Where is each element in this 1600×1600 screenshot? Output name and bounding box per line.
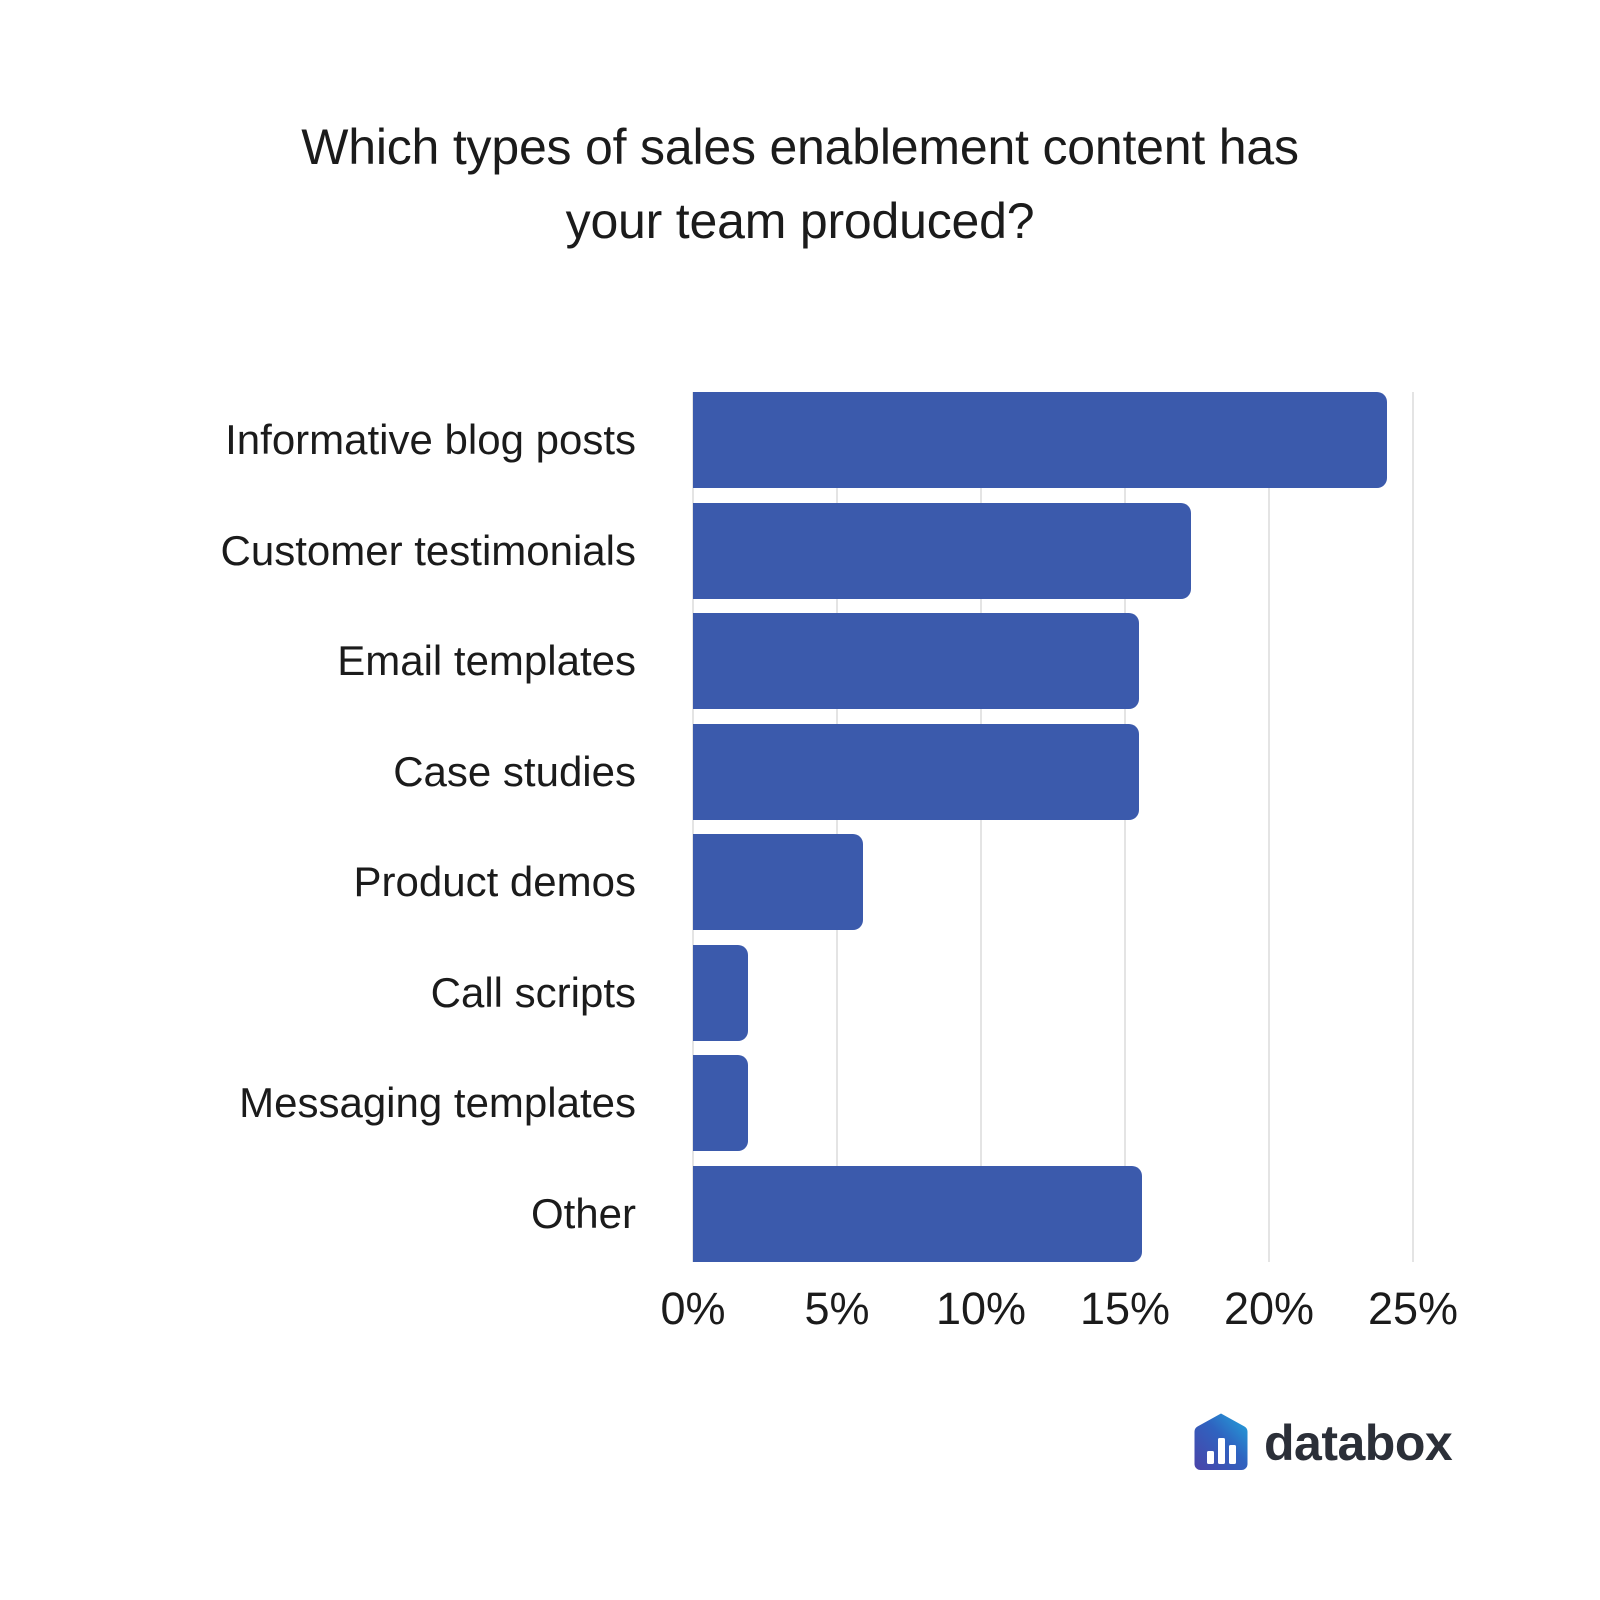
databox-wordmark: databox bbox=[1264, 1415, 1453, 1471]
y-axis-label-product-demos: Product demos bbox=[353, 858, 636, 906]
chart-title: Which types of sales enablement content … bbox=[301, 119, 1299, 249]
bar-product-demos[interactable] bbox=[693, 834, 863, 931]
bar-row bbox=[693, 723, 1413, 820]
x-tick-label-5pct: 5% bbox=[804, 1283, 870, 1334]
databox-hexagon-bars-icon bbox=[1194, 1413, 1248, 1470]
x-axis-tick-labels: 0% 5% 10% 15% 20% 25% bbox=[660, 1283, 1458, 1343]
x-tick-label-25pct: 25% bbox=[1367, 1283, 1459, 1334]
y-axis-label-call-scripts: Call scripts bbox=[430, 968, 636, 1016]
bar-row bbox=[693, 1165, 1413, 1262]
bar-email-templates[interactable] bbox=[693, 613, 1140, 710]
bar-informative-blog-posts[interactable] bbox=[693, 392, 1388, 488]
y-axis-label-case-studies: Case studies bbox=[393, 747, 636, 795]
x-tick-label-15pct: 15% bbox=[1079, 1283, 1171, 1334]
y-axis-label-email-templates: Email templates bbox=[337, 637, 636, 685]
y-axis-label-messaging-templates: Messaging templates bbox=[239, 1079, 636, 1127]
plot-area bbox=[692, 392, 1414, 1262]
y-axis-label-informative-blog-posts: Informative blog posts bbox=[225, 416, 636, 463]
x-tick-label-0pct: 0% bbox=[660, 1283, 726, 1334]
bar-row bbox=[693, 834, 1413, 931]
bar-call-scripts[interactable] bbox=[693, 944, 748, 1041]
bar-row bbox=[693, 944, 1413, 1041]
bars-container bbox=[693, 392, 1413, 1262]
x-tick-label-10pct: 10% bbox=[935, 1283, 1027, 1334]
databox-logo: databox bbox=[1192, 1412, 1453, 1474]
y-axis-label-customer-testimonials: Customer testimonials bbox=[220, 526, 636, 574]
y-axis-label-other: Other bbox=[530, 1189, 636, 1237]
bar-row bbox=[693, 502, 1413, 599]
chart-figure: Which types of sales enablement content … bbox=[0, 0, 1600, 1600]
bar-row bbox=[693, 392, 1413, 488]
bar-row bbox=[693, 613, 1413, 710]
bar-customer-testimonials[interactable] bbox=[693, 502, 1192, 599]
bar-row bbox=[693, 1055, 1413, 1152]
bar-other[interactable] bbox=[693, 1165, 1143, 1262]
x-tick-label-20pct: 20% bbox=[1223, 1283, 1315, 1334]
bar-case-studies[interactable] bbox=[693, 723, 1140, 820]
y-axis-category-labels: Informative blog posts Customer testimoni… bbox=[140, 392, 660, 1262]
bar-messaging-templates[interactable] bbox=[693, 1055, 748, 1152]
